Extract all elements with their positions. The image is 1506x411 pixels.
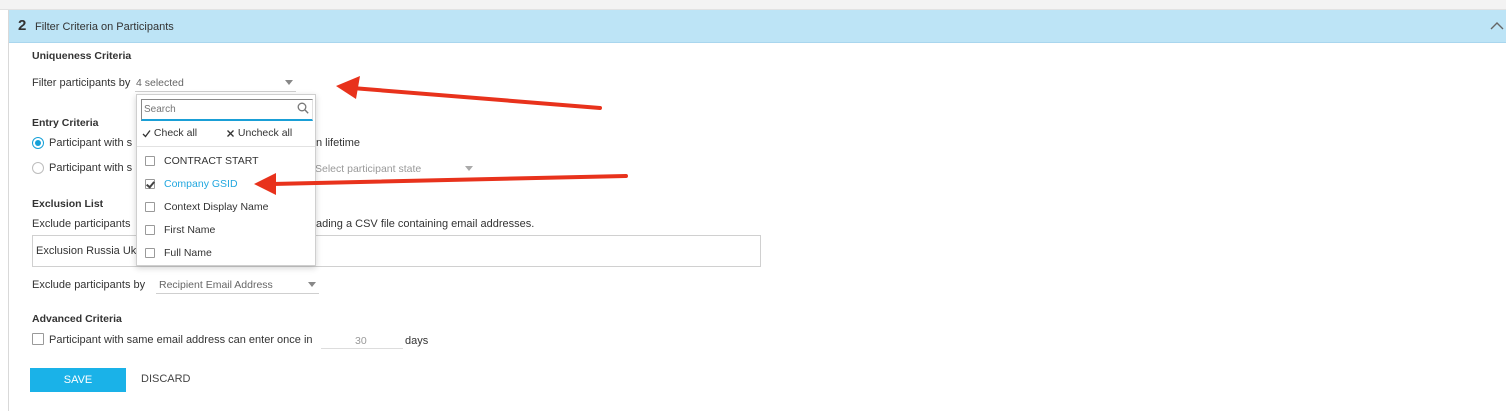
dropdown-option-company-gsid[interactable]: Company GSID — [145, 177, 310, 195]
option-label: Full Name — [164, 247, 212, 259]
entry-option1-label-suffix: n lifetime — [316, 137, 361, 149]
chevron-up-icon[interactable] — [1489, 18, 1505, 34]
exclude-by-select[interactable]: Recipient Email Address — [156, 276, 319, 294]
panel-header[interactable]: 2 Filter Criteria on Participants — [9, 10, 1506, 43]
uncheck-all-label: Uncheck all — [237, 127, 293, 139]
days-unit: days — [405, 335, 429, 347]
exclusion-list-value: Exclusion Russia Uk — [36, 245, 137, 257]
chevron-down-icon — [308, 282, 316, 287]
option-checkbox[interactable] — [145, 248, 155, 258]
top-toolbar-strip — [0, 0, 1506, 10]
participant-state-placeholder: Select participant state — [315, 163, 422, 175]
exclusion-description: Exclude participants — [32, 218, 131, 230]
dropdown-option-full-name[interactable]: Full Name — [145, 246, 310, 264]
checkmark-icon — [142, 129, 151, 138]
step-number: 2 — [18, 17, 27, 34]
filter-selected-value: 4 selected — [136, 77, 184, 89]
discard-button[interactable]: DISCARD — [141, 373, 191, 385]
close-icon — [227, 129, 234, 137]
same-email-label: Participant with same email address can … — [49, 334, 313, 346]
option-checkbox[interactable] — [145, 156, 155, 166]
save-button[interactable]: SAVE — [30, 368, 126, 392]
chevron-down-icon — [465, 166, 473, 171]
exclude-by-label: Exclude participants by — [32, 279, 146, 291]
days-value: 30 — [355, 335, 367, 347]
option-checkbox[interactable] — [145, 179, 155, 189]
check-all-button[interactable]: Check all — [142, 127, 197, 139]
dropdown-search-input[interactable] — [141, 99, 313, 121]
filter-participants-dropdown: Check all Uncheck all CONTRACT START Com… — [136, 94, 316, 266]
filter-participants-select[interactable]: 4 selected — [135, 74, 296, 92]
exclude-by-value: Recipient Email Address — [159, 279, 273, 291]
entry-option2-radio[interactable] — [32, 162, 44, 174]
dropdown-option-first-name[interactable]: First Name — [145, 223, 310, 241]
uncheck-all-button[interactable]: Uncheck all — [226, 127, 292, 139]
same-email-checkbox[interactable] — [32, 333, 44, 345]
dropdown-option-contract-start[interactable]: CONTRACT START — [145, 154, 310, 172]
option-label: Context Display Name — [164, 201, 269, 213]
panel-title: Filter Criteria on Participants — [35, 21, 174, 33]
entry-option1-radio[interactable] — [32, 137, 44, 149]
chevron-down-icon — [285, 80, 293, 85]
option-checkbox[interactable] — [145, 225, 155, 235]
dropdown-option-context-display-name[interactable]: Context Display Name — [145, 200, 310, 218]
entry-option1-label: Participant with s — [49, 137, 133, 149]
option-label: CONTRACT START — [164, 155, 259, 167]
option-label: First Name — [164, 224, 216, 236]
option-label: Company GSID — [164, 178, 238, 190]
entry-heading: Entry Criteria — [32, 117, 99, 129]
uniqueness-heading: Uniqueness Criteria — [32, 50, 132, 62]
days-input[interactable]: 30 — [321, 331, 403, 349]
participant-state-select[interactable]: Select participant state — [315, 161, 478, 179]
entry-option2-label: Participant with s — [49, 162, 133, 174]
filter-participants-label: Filter participants by — [32, 77, 131, 89]
exclusion-heading: Exclusion List — [32, 198, 104, 210]
check-all-label: Check all — [153, 127, 198, 139]
dropdown-divider — [137, 146, 315, 147]
advanced-heading: Advanced Criteria — [32, 313, 122, 325]
search-icon — [297, 102, 309, 114]
exclusion-description-suffix: ading a CSV file containing email addres… — [316, 218, 535, 230]
option-checkbox[interactable] — [145, 202, 155, 212]
